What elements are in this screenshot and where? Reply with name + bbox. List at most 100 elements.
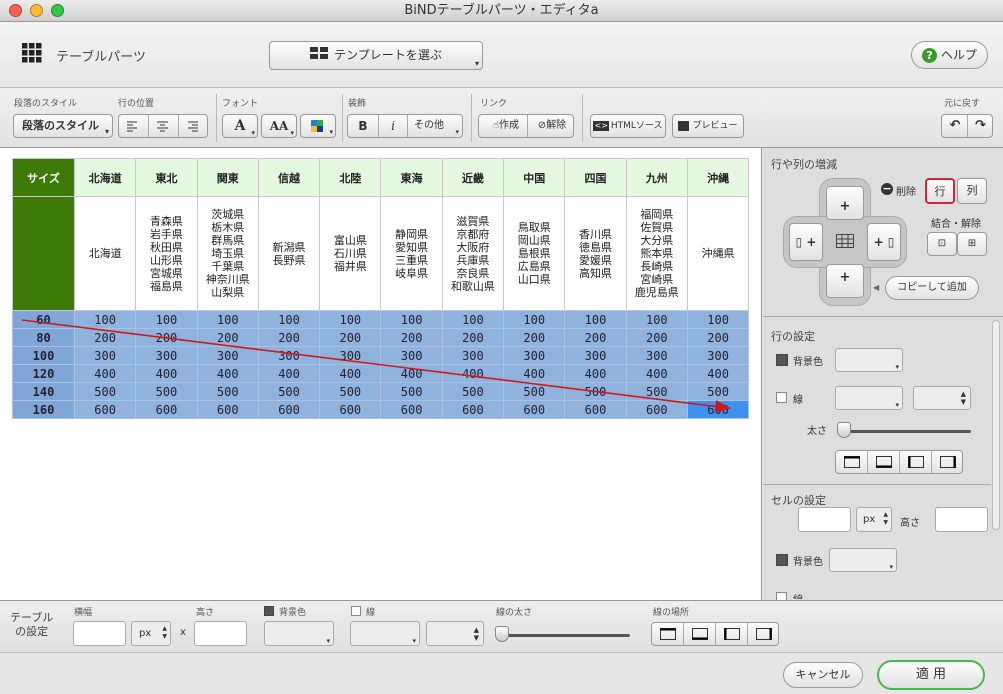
dialog-footer: キャンセル 適 用 [0,652,1003,694]
table-line-style-select[interactable]: ▾ [350,621,420,646]
other-decoration-button[interactable]: その他 [408,115,450,137]
unmerge-button[interactable]: ⊞ [957,232,987,256]
italic-button[interactable]: i [379,115,407,137]
link-button-group: ☝作成 ⊘解除 [478,114,574,138]
row-thickness-slider[interactable] [841,430,971,433]
link-create-button[interactable]: ☝作成 [484,115,528,137]
line-right-button[interactable] [932,451,964,473]
preview-icon [678,120,690,131]
copy-and-add-label: コピーして追加 [897,282,967,293]
row-settings-title: 行の設定 [771,330,815,343]
times-label: x [180,627,186,638]
undo-redo-group: ↶ ↷ [941,114,993,138]
zoom-window-button[interactable] [51,4,64,17]
delete-col-button[interactable]: 列 [957,178,987,204]
font-color-button[interactable]: ▾ [300,114,336,138]
row-bg-color-label: 背景色 [793,357,823,368]
delete-row-button[interactable]: 行 [925,178,955,204]
delete-col-label: 列 [966,184,978,197]
row-thickness-label: 太さ [807,426,827,437]
table-line-position-group [651,622,779,646]
row-bg-color-select[interactable]: ▾ [835,348,903,372]
toolbar: 段落のスタイル 段落のスタイル ▾ 行の位置 フォント A ▾ AA ▾ ▾ 装飾 … [0,88,1003,148]
merge-button[interactable]: ⊡ [927,232,957,256]
cancel-label: キャンセル [795,668,851,681]
line-left-button[interactable] [716,623,748,645]
line-bottom-button[interactable] [684,623,716,645]
header: テーブルパーツ テンプレートを選ぶ ▾ ? ヘルプ [0,22,1003,88]
cancel-button[interactable]: キャンセル [783,662,863,688]
align-right-icon[interactable] [187,120,199,135]
add-row-top-button[interactable]: + [826,186,864,220]
bold-button[interactable]: B [348,115,378,137]
table-center-icon [836,234,854,248]
link-group-label: リンク [480,99,508,109]
align-center-icon[interactable] [157,120,169,135]
delete-row-label: 行 [934,185,946,198]
line-bottom-button[interactable] [868,451,900,473]
minimize-window-button[interactable] [30,4,43,17]
row-thickness-slider-knob[interactable] [837,422,851,438]
line-left-button[interactable] [900,451,932,473]
undo-icon[interactable]: ↶ [942,115,968,137]
line-top-button[interactable] [836,451,868,473]
row-line-position-group [835,450,963,474]
template-select-label: テンプレートを選ぶ [334,48,442,62]
add-col-right-button[interactable]: + ▯ [867,223,901,261]
close-window-button[interactable] [9,4,22,17]
redo-icon[interactable]: ↷ [968,115,993,137]
apply-button[interactable]: 適 用 [877,660,985,690]
merge-label: 結合・解除 [931,219,981,230]
dropdown-arrow-icon: ▾ [474,59,479,68]
help-label: ヘルプ [940,48,977,62]
add-row-bottom-button[interactable]: + [826,264,864,298]
template-select-button[interactable]: テンプレートを選ぶ ▾ [269,41,483,70]
help-icon: ? [922,48,938,63]
row-line-checkbox[interactable] [776,392,787,403]
cell-bg-color-select[interactable]: ▾ [829,548,897,572]
table-unit-select[interactable]: px ▲ ▼ [131,621,171,646]
table-thickness-slider-knob[interactable] [495,626,509,642]
font-size-button[interactable]: A ▾ [222,114,258,138]
dropdown-arrow-icon: ▾ [455,128,459,136]
delete-icon: − [881,182,893,195]
no-entry-icon: ⊘ [537,120,547,131]
line-top-button[interactable] [652,623,684,645]
align-left-icon[interactable] [127,120,139,135]
table-bg-color-select[interactable]: ▾ [264,621,334,646]
table-width-input[interactable] [73,621,126,646]
row-bg-color-swatch [776,354,788,366]
cell-settings-title: セルの設定 [771,494,826,507]
paragraph-style-select[interactable]: 段落のスタイル ▾ [13,114,113,138]
cell-bg-color-swatch [776,554,788,566]
table-canvas: サイズ 北海道 東北 関東 信越 北陸 東海 近畿 中国 四国 九州 沖縄 北海道 青森県 岩手県 秋田県 山形… [0,148,762,600]
table-height-input[interactable] [194,621,247,646]
cell-width-input[interactable] [798,507,851,532]
rowcol-section-title: 行や列の増減 [771,158,837,171]
table-line-checkbox[interactable] [351,606,361,616]
row-line-width-stepper[interactable]: ▲ ▼ [913,386,971,410]
table-width-label: 横幅 [74,608,93,618]
link-remove-button[interactable]: ⊘解除 [530,115,574,137]
cell-height-input[interactable] [935,507,988,532]
row-line-style-select[interactable]: ▾ [835,386,903,410]
table-settings-title: テーブル の設定 [10,611,54,638]
header-title: テーブルパーツ [56,50,146,65]
table-thickness-slider[interactable] [500,634,630,637]
add-col-left-button[interactable]: ▯ + [789,223,823,261]
preview-button[interactable]: プレビュー [672,114,744,138]
row-line-label: 線 [793,395,803,406]
cell-bg-color-label: 背景色 [793,557,823,568]
table-line-width-stepper[interactable]: ▲ ▼ [426,621,484,646]
html-source-button[interactable]: <> HTMLソース [590,114,666,138]
properties-panel: 行や列の増減 + ▯ + + ▯ + − 削除 行 列 結合・解除 ⊡ ⊞ ◀ … [763,148,1003,603]
copy-and-add-button[interactable]: コピーして追加 [885,276,979,300]
cell-unit-select[interactable]: px ▲ ▼ [856,507,892,532]
line-right-button[interactable] [748,623,780,645]
apply-label: 適 用 [915,667,947,682]
help-button[interactable]: ? ヘルプ [911,41,988,69]
decoration-button-group: B i その他 ▾ [347,114,463,138]
font-style-button[interactable]: AA ▾ [261,114,297,138]
grid-icon [22,43,42,63]
panel-scrollbar[interactable] [992,320,1000,530]
